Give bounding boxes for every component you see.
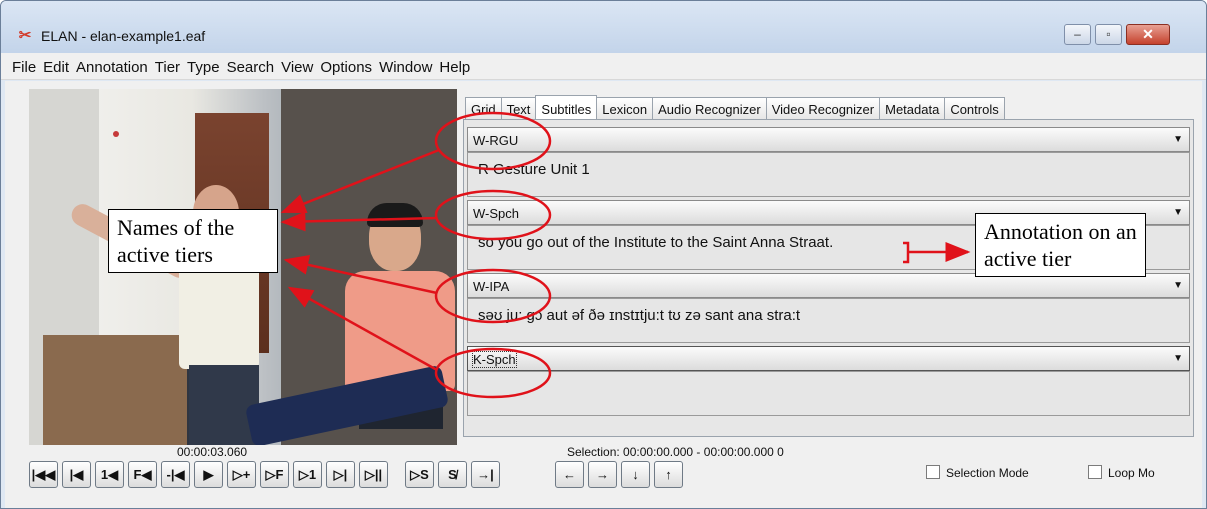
menu-tier[interactable]: Tier (151, 53, 183, 76)
clear-selection-button[interactable]: S̸ (438, 461, 467, 488)
menu-file[interactable]: File (1, 53, 39, 76)
callout-annotation: Annotation on an active tier (975, 213, 1146, 277)
tab-grid[interactable]: Grid (465, 97, 502, 119)
subtitles-panel: W-RGU ▼ R Gesture Unit 1 W-Spch ▼ so you… (463, 119, 1194, 437)
callout-tier-names: Names of the active tiers (108, 209, 278, 273)
selection-mode-label: Selection Mode (946, 466, 1029, 480)
close-icon: ✕ (1142, 26, 1154, 42)
viewer-tabs: Grid Text Subtitles Lexicon Audio Recognizer… (465, 93, 1005, 122)
menu-window[interactable]: Window (375, 53, 435, 76)
menu-view[interactable]: View (277, 53, 316, 76)
menu-help[interactable]: Help (435, 53, 473, 76)
loop-mode-checkbox[interactable] (1088, 465, 1102, 479)
tab-text[interactable]: Text (500, 97, 537, 119)
menu-type[interactable]: Type (183, 53, 223, 76)
menu-bar: File Edit Annotation Tier Type Search View Opti… (1, 53, 1206, 80)
up-arrow-button[interactable]: ↑ (654, 461, 683, 488)
selection-readout: Selection: 00:00:00.000 - 00:00:00.000 0 (567, 445, 784, 459)
go-to-selection-end-button[interactable]: →| (471, 461, 500, 488)
tier-name: W-Spch (473, 206, 519, 221)
chevron-down-icon: ▼ (1173, 134, 1183, 145)
main-content: 00:00:03.060 Selection: 00:00:00.000 - 0… (5, 81, 1202, 508)
down-arrow-button[interactable]: ↓ (621, 461, 650, 488)
menu-annotation[interactable]: Annotation (72, 53, 151, 76)
left-arrow-button[interactable]: ← (555, 461, 584, 488)
video-alarm-light (113, 131, 119, 137)
close-button[interactable]: ✕ (1126, 24, 1170, 45)
previous-second-button[interactable]: 1◀ (95, 461, 124, 488)
tab-subtitles[interactable]: Subtitles (535, 95, 598, 122)
tab-controls[interactable]: Controls (944, 97, 1005, 119)
right-arrow-button[interactable]: → (588, 461, 617, 488)
chevron-down-icon: ▼ (1173, 207, 1183, 218)
previous-scroll-view-button[interactable]: |◀ (62, 461, 91, 488)
tier-selector-4[interactable]: K-Spch ▼ (467, 346, 1190, 371)
video-speaker-right-hair (367, 203, 423, 227)
tier-selector-1[interactable]: W-RGU ▼ (467, 127, 1190, 152)
tier-name: W-IPA (473, 279, 510, 294)
tier-name: W-RGU (473, 133, 519, 148)
next-pixel-button[interactable]: ▷+ (227, 461, 256, 488)
elan-app-icon: ✂ (18, 27, 32, 44)
tab-audio-recognizer[interactable]: Audio Recognizer (652, 97, 767, 119)
annotation-field-1[interactable]: R Gesture Unit 1 (467, 152, 1190, 197)
menu-search[interactable]: Search (223, 53, 278, 76)
chevron-down-icon: ▼ (1173, 280, 1183, 291)
selection-mode-checkbox[interactable] (926, 465, 940, 479)
go-to-begin-button[interactable]: |◀◀ (29, 461, 58, 488)
chevron-down-icon: ▼ (1173, 353, 1183, 364)
go-to-end-button[interactable]: ▷|| (359, 461, 388, 488)
previous-frame-button[interactable]: F◀ (128, 461, 157, 488)
annotation-field-4[interactable] (467, 371, 1190, 416)
annotation-field-3[interactable]: səʊ ju: gɔ aut əf ðə ɪnstɪtju:t tʊ zə sa… (467, 298, 1190, 343)
tier-name: K-Spch (472, 351, 517, 368)
window-title: ELAN - elan-example1.eaf (41, 28, 206, 44)
annotation-text: R Gesture Unit 1 (478, 161, 590, 178)
previous-pixel-button[interactable]: -|◀ (161, 461, 190, 488)
maximize-icon: ▫ (1106, 27, 1111, 41)
minimize-button[interactable]: – (1064, 24, 1091, 45)
tab-lexicon[interactable]: Lexicon (596, 97, 654, 119)
tab-video-recognizer[interactable]: Video Recognizer (765, 97, 881, 119)
next-scroll-view-button[interactable]: ▷| (326, 461, 355, 488)
next-second-button[interactable]: ▷1 (293, 461, 322, 488)
annotation-text: so you go out of the Institute to the Sa… (478, 234, 834, 251)
loop-mode-label: Loop Mo (1108, 466, 1155, 480)
maximize-button[interactable]: ▫ (1095, 24, 1122, 45)
next-frame-button[interactable]: ▷F (260, 461, 289, 488)
title-bar: ✂ ELAN - elan-example1.eaf – ▫ ✕ (1, 1, 1206, 53)
minimize-icon: – (1074, 27, 1081, 41)
play-button[interactable]: ▶ (194, 461, 223, 488)
menu-edit[interactable]: Edit (39, 53, 72, 76)
media-timecode: 00:00:03.060 (177, 445, 248, 459)
play-selection-button[interactable]: ▷S (405, 461, 434, 488)
annotation-text: səʊ ju: gɔ aut əf ðə ɪnstɪtju:t tʊ zə sa… (478, 307, 801, 324)
menu-options[interactable]: Options (316, 53, 375, 76)
tab-metadata[interactable]: Metadata (879, 97, 946, 119)
